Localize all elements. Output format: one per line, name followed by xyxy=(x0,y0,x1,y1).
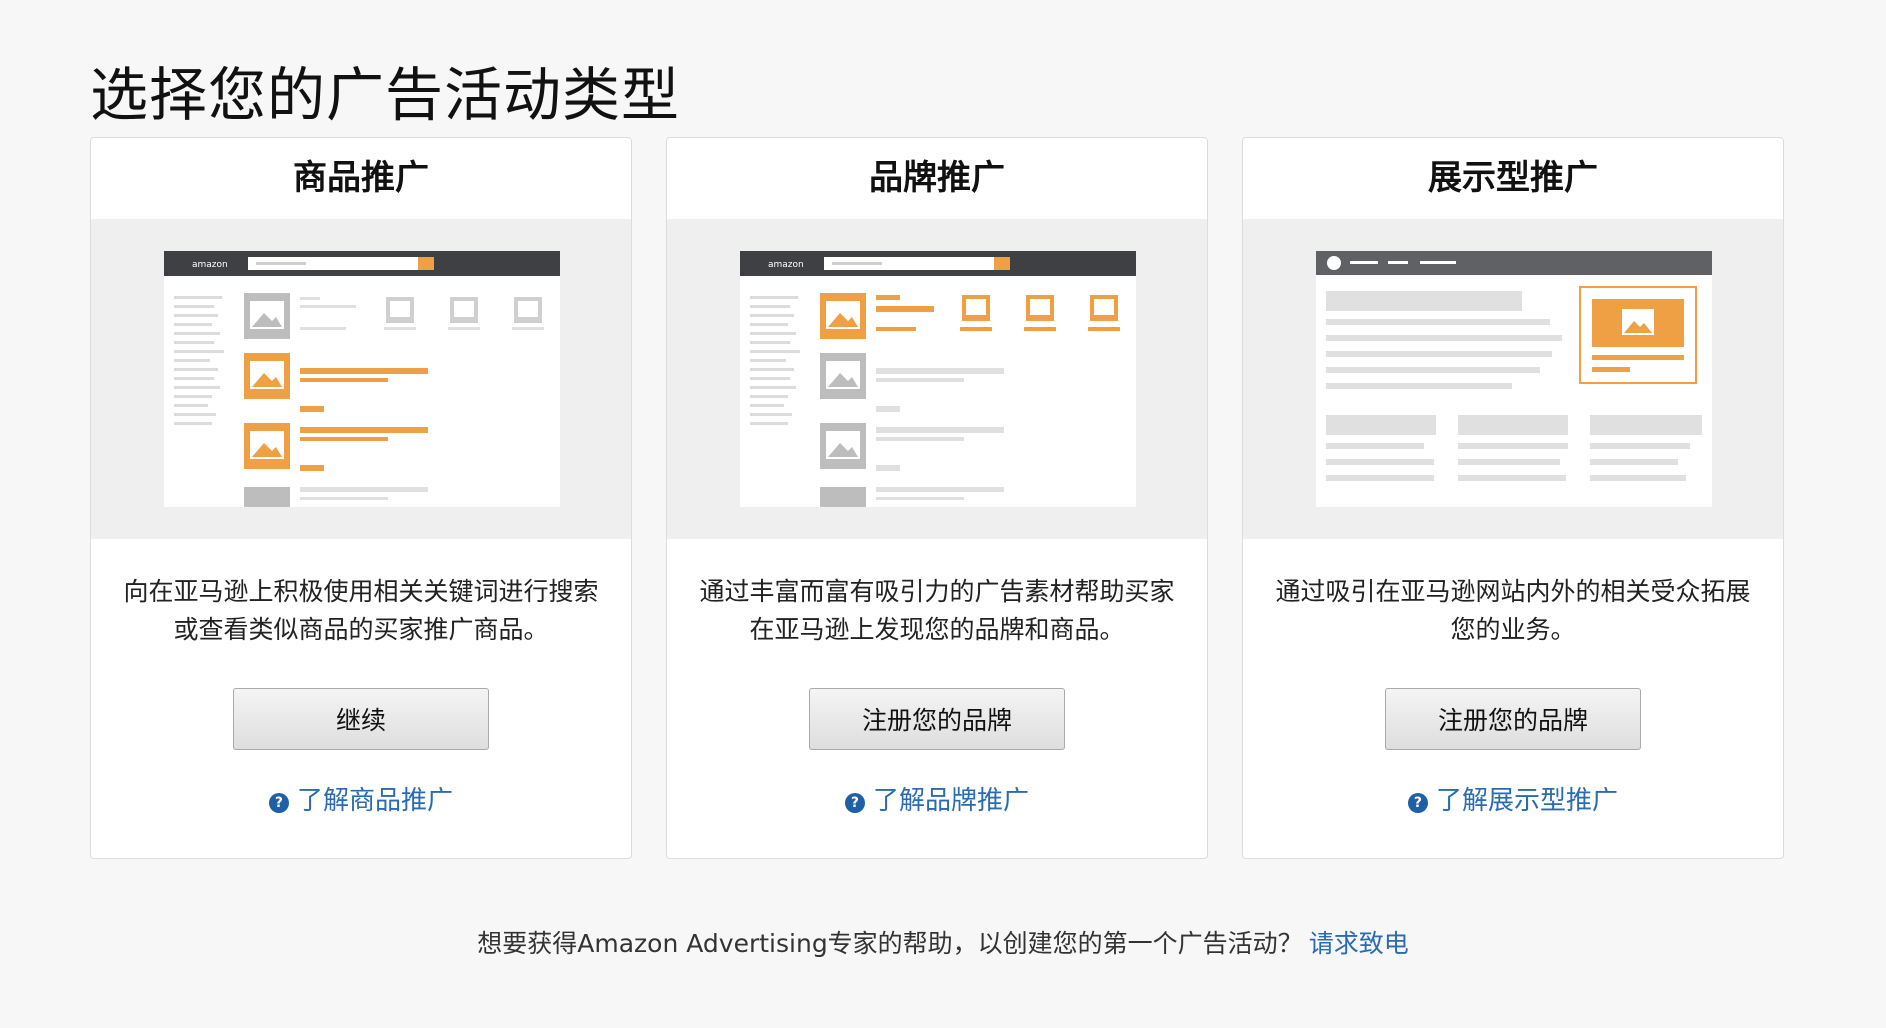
sponsored-display-illustration xyxy=(1243,219,1783,539)
continue-button[interactable]: 继续 xyxy=(233,688,489,750)
learn-more-label[interactable]: 了解展示型推广 xyxy=(1436,786,1618,816)
card-title: 品牌推广 xyxy=(869,158,1005,198)
sponsored-brands-card: 品牌推广 amazon 通过丰富而富有吸引力的广告素材帮助买家在亚马逊上发现您的… xyxy=(666,137,1208,859)
learn-more-link[interactable]: ? 了解商品推广 xyxy=(91,780,631,817)
sponsored-products-illustration: amazon xyxy=(91,219,631,539)
logo-text: amazon xyxy=(192,260,228,270)
learn-more-label[interactable]: 了解商品推广 xyxy=(297,786,453,816)
help-icon: ? xyxy=(1407,793,1428,813)
footer-help: 想要获得Amazon Advertising专家的帮助，以创建您的第一个广告活动… xyxy=(0,924,1886,960)
brand-banner-mockup-icon: amazon xyxy=(740,251,1136,507)
search-results-mockup-icon: amazon xyxy=(164,251,560,507)
display-ad-mockup-icon xyxy=(1316,251,1712,507)
learn-more-link[interactable]: ? 了解展示型推广 xyxy=(1243,780,1783,817)
help-icon: ? xyxy=(268,793,289,813)
learn-more-label[interactable]: 了解品牌推广 xyxy=(873,786,1029,816)
card-description: 向在亚马逊上积极使用相关关键词进行搜索或查看类似商品的买家推广商品。 xyxy=(123,577,599,644)
card-description: 通过丰富而富有吸引力的广告素材帮助买家在亚马逊上发现您的品牌和商品。 xyxy=(699,577,1175,644)
request-call-link[interactable]: 请求致电 xyxy=(1309,929,1409,958)
logo-text: amazon xyxy=(768,260,804,270)
card-title: 展示型推广 xyxy=(1428,158,1598,198)
register-brand-button[interactable]: 注册您的品牌 xyxy=(1385,688,1641,750)
help-icon: ? xyxy=(844,793,865,813)
sponsored-products-card: 商品推广 amazon 向在亚马逊上积极使用相关关键词进行搜索或查看类似商品的买… xyxy=(90,137,632,859)
card-description: 通过吸引在亚马逊网站内外的相关受众拓展您的业务。 xyxy=(1275,577,1751,644)
learn-more-link[interactable]: ? 了解品牌推广 xyxy=(667,780,1207,817)
sponsored-display-card: 展示型推广 通过吸引在亚马逊网站内外的相关受众拓展您的业务。 注册您的品牌 ? … xyxy=(1242,137,1784,859)
register-brand-button[interactable]: 注册您的品牌 xyxy=(809,688,1065,750)
sponsored-brands-illustration: amazon xyxy=(667,219,1207,539)
footer-text: 想要获得Amazon Advertising专家的帮助，以创建您的第一个广告活动… xyxy=(477,929,1303,958)
page-title: 选择您的广告活动类型 xyxy=(90,61,681,129)
card-title: 商品推广 xyxy=(293,158,429,198)
